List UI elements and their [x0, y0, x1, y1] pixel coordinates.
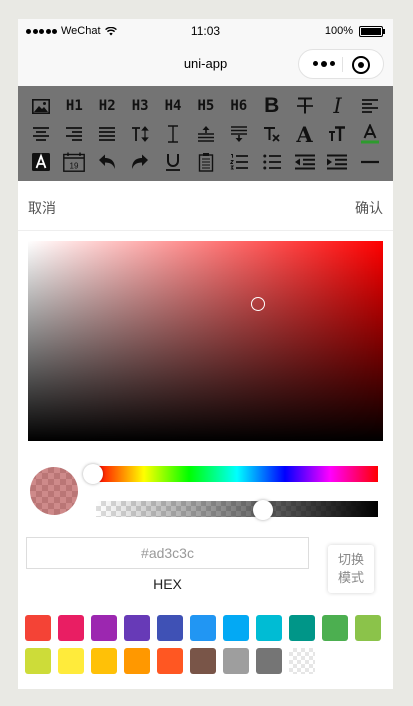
capsule-divider: [342, 57, 343, 72]
undo-icon[interactable]: [91, 148, 124, 176]
line-height-icon[interactable]: [124, 120, 157, 148]
preset-swatches: [25, 615, 387, 674]
letter-spacing-icon[interactable]: [157, 120, 190, 148]
color-swatch[interactable]: [25, 648, 51, 674]
color-swatch[interactable]: [289, 615, 315, 641]
switch-mode-label-line1: 切换: [337, 552, 364, 567]
italic-icon[interactable]: I: [321, 92, 354, 120]
color-swatch[interactable]: [256, 648, 282, 674]
color-mode-label: HEX: [153, 576, 182, 592]
color-swatch[interactable]: [157, 615, 183, 641]
editor-toolbar: H1 H2 H3 H4 H5 H6 B I A 19: [18, 86, 393, 181]
font-color-icon[interactable]: [354, 120, 387, 148]
color-swatch[interactable]: [91, 615, 117, 641]
color-swatch[interactable]: [25, 615, 51, 641]
switch-mode-button[interactable]: 切换 模式: [328, 545, 374, 593]
hue-slider[interactable]: [96, 466, 378, 482]
font-color-bar: [361, 140, 380, 144]
heading-6-button[interactable]: H6: [222, 92, 255, 120]
heading-4-button[interactable]: H4: [157, 92, 190, 120]
battery-group: 100%: [324, 25, 385, 37]
color-swatch[interactable]: [256, 615, 282, 641]
color-swatch[interactable]: [223, 615, 249, 641]
redo-icon[interactable]: [124, 148, 157, 176]
cancel-button[interactable]: 取消: [28, 198, 56, 218]
close-miniprogram-icon[interactable]: [352, 56, 370, 74]
clear-format-icon[interactable]: [255, 120, 288, 148]
space-after-icon[interactable]: [222, 120, 255, 148]
color-swatch[interactable]: [91, 648, 117, 674]
heading-2-button[interactable]: H2: [91, 92, 124, 120]
battery-percent: 100%: [324, 25, 353, 37]
picker-header: 取消 确认: [18, 181, 393, 231]
align-left-icon[interactable]: [354, 92, 387, 120]
navigation-bar: uni-app: [18, 43, 393, 86]
menu-capsule: [298, 49, 384, 79]
image-icon[interactable]: [25, 92, 58, 120]
font-icon[interactable]: A: [288, 120, 321, 148]
confirm-button[interactable]: 确认: [355, 198, 383, 218]
date-icon-number: 19: [70, 162, 79, 171]
outdent-icon[interactable]: [288, 148, 321, 176]
heading-3-button[interactable]: H3: [124, 92, 157, 120]
color-swatch[interactable]: [223, 648, 249, 674]
color-swatch[interactable]: [157, 648, 183, 674]
align-center-icon[interactable]: [25, 120, 58, 148]
alpha-slider[interactable]: [96, 501, 378, 517]
heading-5-button[interactable]: H5: [189, 92, 222, 120]
value-gradient: [28, 241, 383, 441]
alpha-slider-handle[interactable]: [253, 500, 273, 520]
ordered-list-icon[interactable]: [222, 148, 255, 176]
saturation-cursor[interactable]: [251, 297, 265, 311]
color-swatch[interactable]: [58, 615, 84, 641]
status-bar: WeChat 11:03 100%: [18, 19, 393, 43]
color-swatch[interactable]: [190, 615, 216, 641]
color-swatch[interactable]: [355, 615, 381, 641]
divider-icon[interactable]: [354, 148, 387, 176]
color-swatch[interactable]: [322, 615, 348, 641]
swatch-transparent[interactable]: [289, 648, 315, 674]
hex-input[interactable]: #ad3c3c: [26, 537, 309, 569]
phone-screen: WeChat 11:03 100% uni-app H1 H2 H3 H4 H5…: [18, 19, 393, 689]
align-justify-icon[interactable]: [91, 120, 124, 148]
space-before-icon[interactable]: [189, 120, 222, 148]
color-swatch[interactable]: [124, 648, 150, 674]
battery-icon: [359, 25, 385, 37]
color-swatch[interactable]: [58, 648, 84, 674]
color-swatch[interactable]: [124, 615, 150, 641]
alpha-gradient: [96, 501, 378, 517]
more-icon[interactable]: [313, 60, 335, 67]
bold-icon[interactable]: B: [255, 92, 288, 120]
background-color-icon[interactable]: [25, 148, 58, 176]
color-swatch[interactable]: [190, 648, 216, 674]
strikethrough-icon[interactable]: [288, 92, 321, 120]
align-right-icon[interactable]: [58, 120, 91, 148]
color-preview: [30, 467, 78, 515]
underline-icon[interactable]: [157, 148, 190, 176]
hue-slider-handle[interactable]: [83, 464, 103, 484]
indent-icon[interactable]: [321, 148, 354, 176]
color-preview-fill: [30, 467, 78, 515]
switch-mode-label-line2: 模式: [337, 570, 364, 585]
saturation-value-area[interactable]: [28, 241, 383, 441]
font-size-icon[interactable]: [321, 120, 354, 148]
date-icon[interactable]: 19: [58, 148, 91, 176]
clear-icon[interactable]: [189, 148, 222, 176]
bullet-list-icon[interactable]: [255, 148, 288, 176]
heading-1-button[interactable]: H1: [58, 92, 91, 120]
